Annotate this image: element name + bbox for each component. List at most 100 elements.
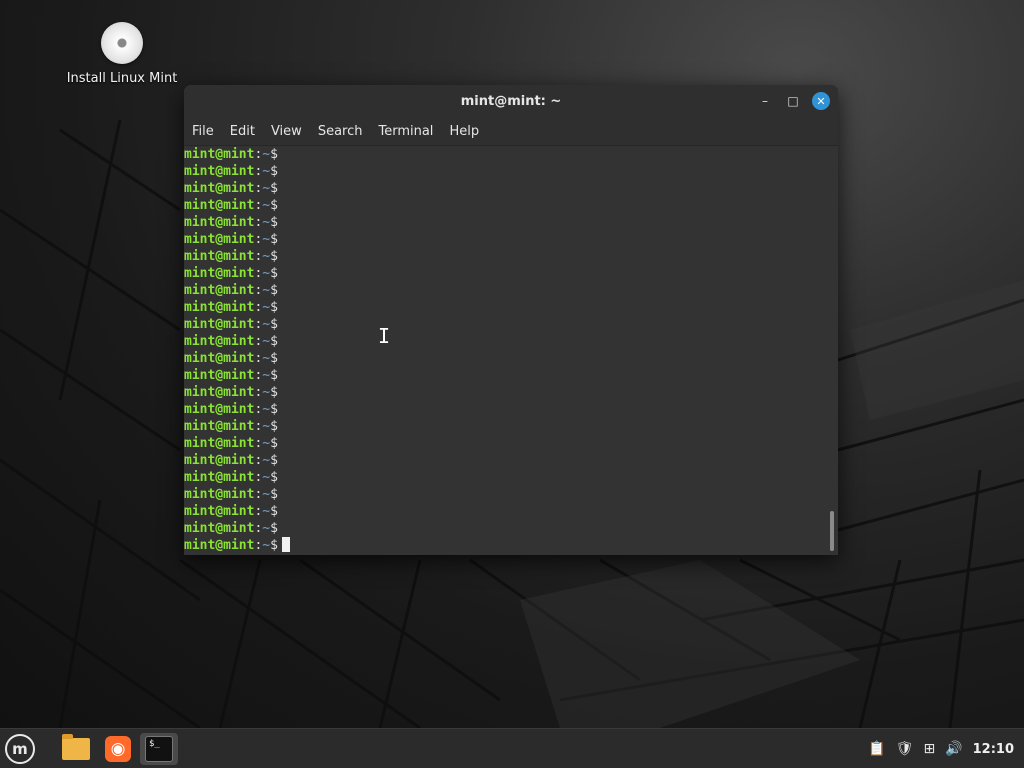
prompt-user: mint@mint [184,215,255,230]
files-icon [62,734,90,760]
files-taskbar-button[interactable] [60,733,92,765]
prompt-path: ~ [262,147,271,162]
prompt-path: ~ [262,504,271,519]
prompt-path: ~ [262,249,271,264]
minimize-button[interactable]: – [756,92,774,110]
prompt-user: mint@mint [184,419,255,434]
system-tray: 📋 🛡 ⊞ 🔊 12:10 [868,729,1014,768]
prompt-symbol: $ [270,283,278,298]
prompt-user: mint@mint [184,283,255,298]
firefox-taskbar-button[interactable]: ◉ [102,733,134,765]
menu-bar: File Edit View Search Terminal Help [184,117,838,146]
menu-terminal[interactable]: Terminal [378,124,441,139]
terminal-cursor [281,537,290,552]
prompt-user: mint@mint [184,232,255,247]
disc-icon [101,22,143,64]
scrollbar-thumb[interactable] [830,511,834,551]
prompt-symbol: $ [270,538,278,553]
prompt-path: ~ [262,368,271,383]
terminal-taskbar-button[interactable]: $_ [140,733,178,765]
close-icon: ✕ [816,94,826,108]
prompt-user: mint@mint [184,249,255,264]
window-titlebar[interactable]: mint@mint: ~ – □ ✕ [184,85,838,117]
prompt-symbol: $ [270,368,278,383]
prompt-user: mint@mint [184,385,255,400]
prompt-symbol: $ [270,402,278,417]
prompt-path: ~ [262,334,271,349]
prompt-user: mint@mint [184,453,255,468]
terminal-prompt-line: mint@mint:~$ [184,401,838,418]
menu-view[interactable]: View [271,124,310,139]
menu-file[interactable]: File [192,124,222,139]
prompt-user: mint@mint [184,317,255,332]
terminal-prompt-line: mint@mint:~$ [184,435,838,452]
terminal-prompt-line: mint@mint:~$ [184,486,838,503]
prompt-symbol: $ [270,521,278,536]
maximize-button[interactable]: □ [784,92,802,110]
terminal-prompt-line: mint@mint:~$ [184,146,838,163]
prompt-path: ~ [262,351,271,366]
prompt-path: ~ [262,487,271,502]
window-title: mint@mint: ~ [460,93,562,109]
terminal-prompt-line: mint@mint:~$ [184,367,838,384]
terminal-prompt-line: mint@mint:~$ [184,469,838,486]
firefox-icon: ◉ [105,736,131,762]
terminal-prompt-line: mint@mint:~$ [184,537,838,554]
prompt-user: mint@mint [184,504,255,519]
prompt-user: mint@mint [184,198,255,213]
network-icon[interactable]: ⊞ [923,741,935,757]
menu-edit[interactable]: Edit [230,124,263,139]
prompt-path: ~ [262,181,271,196]
terminal-prompt-line: mint@mint:~$ [184,520,838,537]
shield-update-icon[interactable]: 🛡 [896,741,914,757]
prompt-path: ~ [262,419,271,434]
prompt-user: mint@mint [184,266,255,281]
prompt-symbol: $ [270,266,278,281]
prompt-path: ~ [262,232,271,247]
prompt-symbol: $ [270,470,278,485]
minimize-icon: – [762,94,768,108]
terminal-prompt-line: mint@mint:~$ [184,384,838,401]
terminal-prompt-line: mint@mint:~$ [184,282,838,299]
taskbar: m ◉ $_ 📋 🛡 ⊞ 🔊 12:10 [0,728,1024,768]
terminal-prompt-line: mint@mint:~$ [184,503,838,520]
volume-icon[interactable]: 🔊 [945,741,962,757]
desktop-icon-label: Install Linux Mint [66,71,178,86]
prompt-symbol: $ [270,419,278,434]
terminal-prompt-line: mint@mint:~$ [184,163,838,180]
prompt-path: ~ [262,453,271,468]
prompt-user: mint@mint [184,402,255,417]
prompt-path: ~ [262,164,271,179]
close-button[interactable]: ✕ [812,92,830,110]
install-linux-mint-desktop-icon[interactable]: Install Linux Mint [62,22,182,86]
terminal-output[interactable]: mint@mint:~$ mint@mint:~$ mint@mint:~$ mint… [184,146,838,555]
prompt-symbol: $ [270,198,278,213]
terminal-window[interactable]: mint@mint: ~ – □ ✕ File Edit View Search… [184,85,838,555]
clipboard-icon[interactable]: 📋 [868,741,885,757]
linux-mint-logo-icon[interactable]: m [5,734,35,764]
prompt-user: mint@mint [184,351,255,366]
prompt-user: mint@mint [184,368,255,383]
prompt-path: ~ [262,402,271,417]
prompt-symbol: $ [270,351,278,366]
prompt-symbol: $ [270,317,278,332]
terminal-prompt-line: mint@mint:~$ [184,197,838,214]
prompt-path: ~ [262,300,271,315]
menu-help[interactable]: Help [449,124,487,139]
prompt-path: ~ [262,436,271,451]
terminal-prompt-line: mint@mint:~$ [184,180,838,197]
terminal-prompt-line: mint@mint:~$ [184,248,838,265]
prompt-symbol: $ [270,504,278,519]
clock[interactable]: 12:10 [973,742,1014,757]
terminal-prompt-line: mint@mint:~$ [184,350,838,367]
prompt-user: mint@mint [184,181,255,196]
prompt-user: mint@mint [184,147,255,162]
menu-search[interactable]: Search [318,124,371,139]
prompt-symbol: $ [270,300,278,315]
prompt-symbol: $ [270,385,278,400]
prompt-symbol: $ [270,147,278,162]
prompt-symbol: $ [270,334,278,349]
prompt-symbol: $ [270,164,278,179]
prompt-path: ~ [262,266,271,281]
prompt-path: ~ [262,198,271,213]
